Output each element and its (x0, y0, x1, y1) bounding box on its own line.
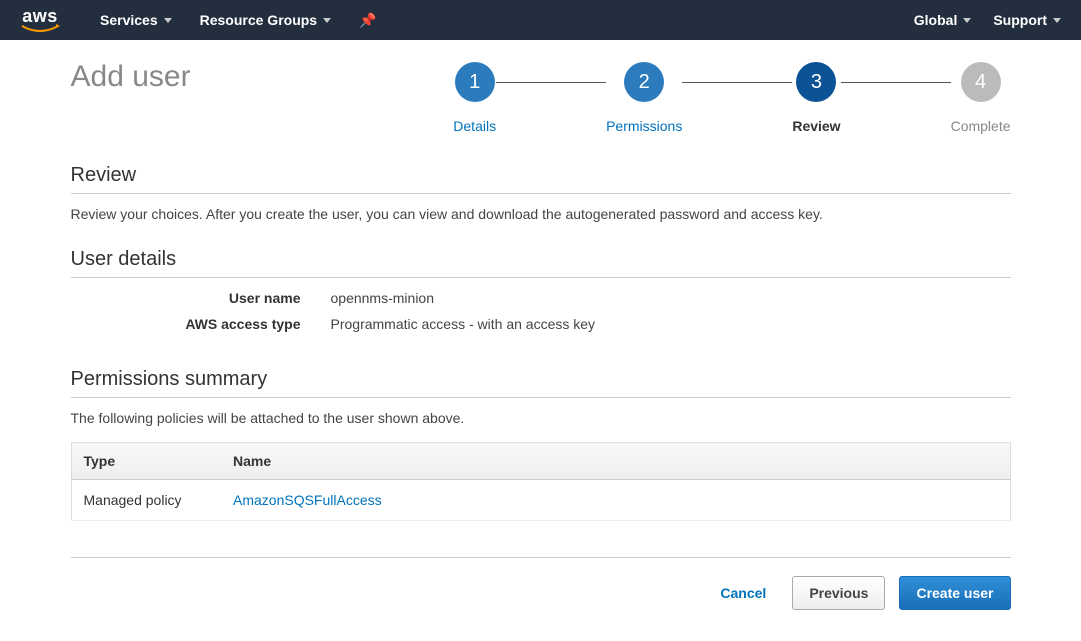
review-heading: Review (71, 164, 1011, 194)
nav-support-label: Support (993, 12, 1047, 28)
step-connector (841, 82, 951, 83)
previous-button[interactable]: Previous (792, 576, 885, 610)
step-review[interactable]: 3 Review (792, 62, 840, 134)
policy-table-header-type: Type (71, 443, 221, 480)
permissions-summary-heading: Permissions summary (71, 368, 1011, 398)
policy-table-row: Managed policy AmazonSQSFullAccess (71, 480, 1010, 521)
aws-swoosh-icon (20, 24, 60, 34)
nav-services-label: Services (100, 12, 158, 28)
user-details-block: User name opennms-minion AWS access type… (71, 290, 1011, 332)
step-label: Complete (951, 118, 1011, 134)
review-description: Review your choices. After you create th… (71, 206, 1011, 222)
username-label: User name (71, 290, 331, 306)
step-connector (496, 82, 606, 83)
chevron-down-icon (1053, 18, 1061, 23)
detail-row-username: User name opennms-minion (71, 290, 1011, 306)
chevron-down-icon (323, 18, 331, 23)
step-connector (682, 82, 792, 83)
policy-type-cell: Managed policy (71, 480, 221, 521)
action-row: Cancel Previous Create user (71, 576, 1011, 610)
nav-support[interactable]: Support (993, 12, 1061, 28)
policy-name-link[interactable]: AmazonSQSFullAccess (233, 492, 382, 508)
cancel-button[interactable]: Cancel (708, 577, 778, 609)
permissions-summary-description: The following policies will be attached … (71, 410, 1011, 426)
step-label: Permissions (606, 118, 682, 134)
page-title: Add user (71, 60, 191, 94)
step-number: 2 (624, 62, 664, 102)
step-permissions[interactable]: 2 Permissions (606, 62, 682, 134)
footer-divider (71, 557, 1011, 558)
step-number: 1 (455, 62, 495, 102)
create-user-button[interactable]: Create user (899, 576, 1010, 610)
step-number: 3 (796, 62, 836, 102)
nav-resource-groups-label: Resource Groups (200, 12, 317, 28)
nav-services[interactable]: Services (100, 12, 172, 28)
chevron-down-icon (164, 18, 172, 23)
policy-table: Type Name Managed policy AmazonSQSFullAc… (71, 442, 1011, 521)
pin-icon[interactable]: 📌 (359, 12, 376, 29)
step-number: 4 (961, 62, 1001, 102)
wizard-steps: 1 Details 2 Permissions 3 Review 4 Compl… (453, 60, 1010, 134)
nav-region[interactable]: Global (914, 12, 972, 28)
aws-logo[interactable]: aws (20, 6, 60, 34)
detail-row-access-type: AWS access type Programmatic access - wi… (71, 316, 1011, 332)
step-label: Details (453, 118, 496, 134)
step-details[interactable]: 1 Details (453, 62, 496, 134)
user-details-heading: User details (71, 248, 1011, 278)
chevron-down-icon (963, 18, 971, 23)
step-label: Review (792, 118, 840, 134)
top-nav: aws Services Resource Groups 📌 Global Su… (0, 0, 1081, 40)
nav-region-label: Global (914, 12, 958, 28)
policy-table-header-name: Name (221, 443, 1010, 480)
step-complete: 4 Complete (951, 62, 1011, 134)
access-type-label: AWS access type (71, 316, 331, 332)
username-value: opennms-minion (331, 290, 435, 306)
nav-resource-groups[interactable]: Resource Groups (200, 12, 331, 28)
access-type-value: Programmatic access - with an access key (331, 316, 596, 332)
